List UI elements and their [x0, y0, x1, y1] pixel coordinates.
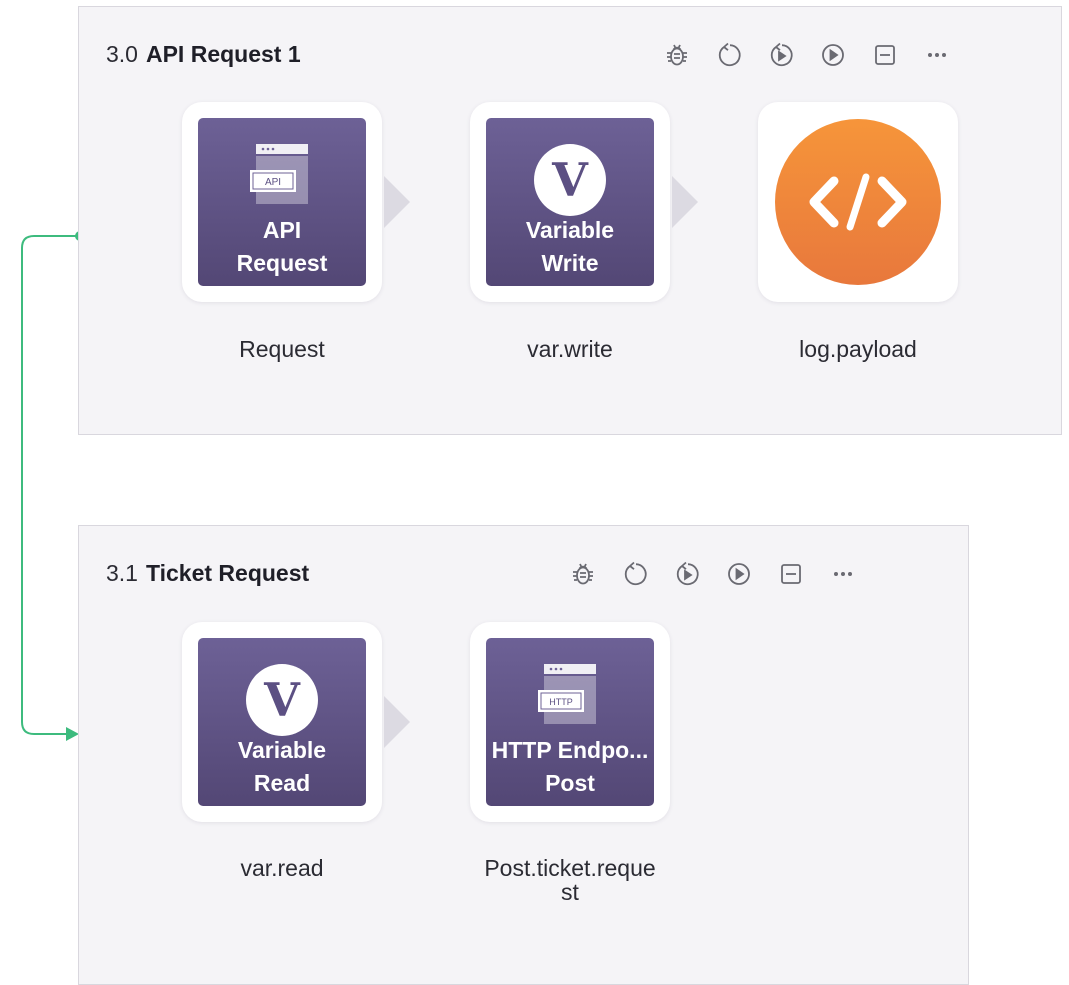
component-name[interactable]: var.write: [460, 337, 680, 361]
variable-icon: V: [246, 664, 318, 736]
component-script[interactable]: [758, 102, 958, 302]
operation-title[interactable]: API Request 1: [146, 41, 301, 67]
variable-read-tile: V Variable Read: [198, 638, 366, 806]
flow-arrow: [384, 696, 410, 748]
more-button[interactable]: [825, 556, 861, 592]
run-button[interactable]: [721, 556, 757, 592]
component-type-label: API Request: [236, 217, 328, 276]
collapse-icon: [875, 45, 895, 65]
component-name[interactable]: Request: [172, 337, 392, 361]
play-icon: [822, 44, 844, 66]
http-badge-label: HTTP: [549, 697, 573, 707]
undo-button[interactable]: [711, 37, 747, 73]
run-from-here-button[interactable]: [669, 556, 705, 592]
api-request-tile: API API Request: [198, 118, 366, 286]
undo-icon: [624, 561, 647, 586]
operation-toolbar: [565, 556, 861, 592]
component-name[interactable]: log.payload: [748, 337, 968, 361]
flow-arrow: [384, 176, 410, 228]
api-badge-label: API: [265, 177, 281, 188]
bug-icon: [667, 44, 687, 66]
more-icon: [834, 572, 852, 576]
operation-header: 3.0 API Request 1: [106, 40, 301, 68]
operation-number: 3.0: [106, 41, 138, 67]
script-tile: [775, 119, 941, 285]
http-browser-icon: HTTP: [538, 664, 596, 724]
debug-button[interactable]: [565, 556, 601, 592]
http-endpoint-tile: HTTP HTTP Endpo... Post: [486, 638, 654, 806]
operation-title[interactable]: Ticket Request: [146, 560, 309, 586]
run-from-here-icon: [770, 42, 793, 67]
operation-header: 3.1 Ticket Request: [106, 559, 309, 587]
component-variable-write[interactable]: V Variable Write: [470, 102, 670, 302]
variable-icon: V: [534, 144, 606, 216]
debug-button[interactable]: [659, 37, 695, 73]
component-type-label: Variable Read: [237, 737, 327, 796]
component-type-label: HTTP Endpo... Post: [491, 737, 649, 796]
undo-icon: [718, 42, 741, 67]
operation-panel-ticket-request[interactable]: 3.1 Ticket Request V Variable Read var.r…: [78, 525, 969, 985]
flow-arrow: [672, 176, 698, 228]
play-icon: [728, 563, 750, 585]
variable-write-tile: V Variable Write: [486, 118, 654, 286]
code-icon: [809, 173, 907, 231]
run-button[interactable]: [815, 37, 851, 73]
component-http-endpoint-post[interactable]: HTTP HTTP Endpo... Post: [470, 622, 670, 822]
collapse-icon: [781, 564, 801, 584]
bug-icon: [573, 563, 593, 585]
component-variable-read[interactable]: V Variable Read: [182, 622, 382, 822]
component-type-label: Variable Write: [525, 217, 615, 276]
more-button[interactable]: [919, 37, 955, 73]
collapse-button[interactable]: [867, 37, 903, 73]
undo-button[interactable]: [617, 556, 653, 592]
operation-toolbar: [659, 37, 955, 73]
component-name[interactable]: Post.ticket.reque st: [460, 856, 680, 904]
component-api-request[interactable]: API API Request: [182, 102, 382, 302]
api-browser-icon: API: [250, 144, 308, 204]
run-from-here-button[interactable]: [763, 37, 799, 73]
more-icon: [928, 53, 946, 57]
operation-panel-api-request-1[interactable]: 3.0 API Request 1 API API Request Reques…: [78, 6, 1062, 435]
collapse-button[interactable]: [773, 556, 809, 592]
run-from-here-icon: [676, 561, 699, 586]
operation-number: 3.1: [106, 560, 138, 586]
component-name[interactable]: var.read: [172, 856, 392, 880]
